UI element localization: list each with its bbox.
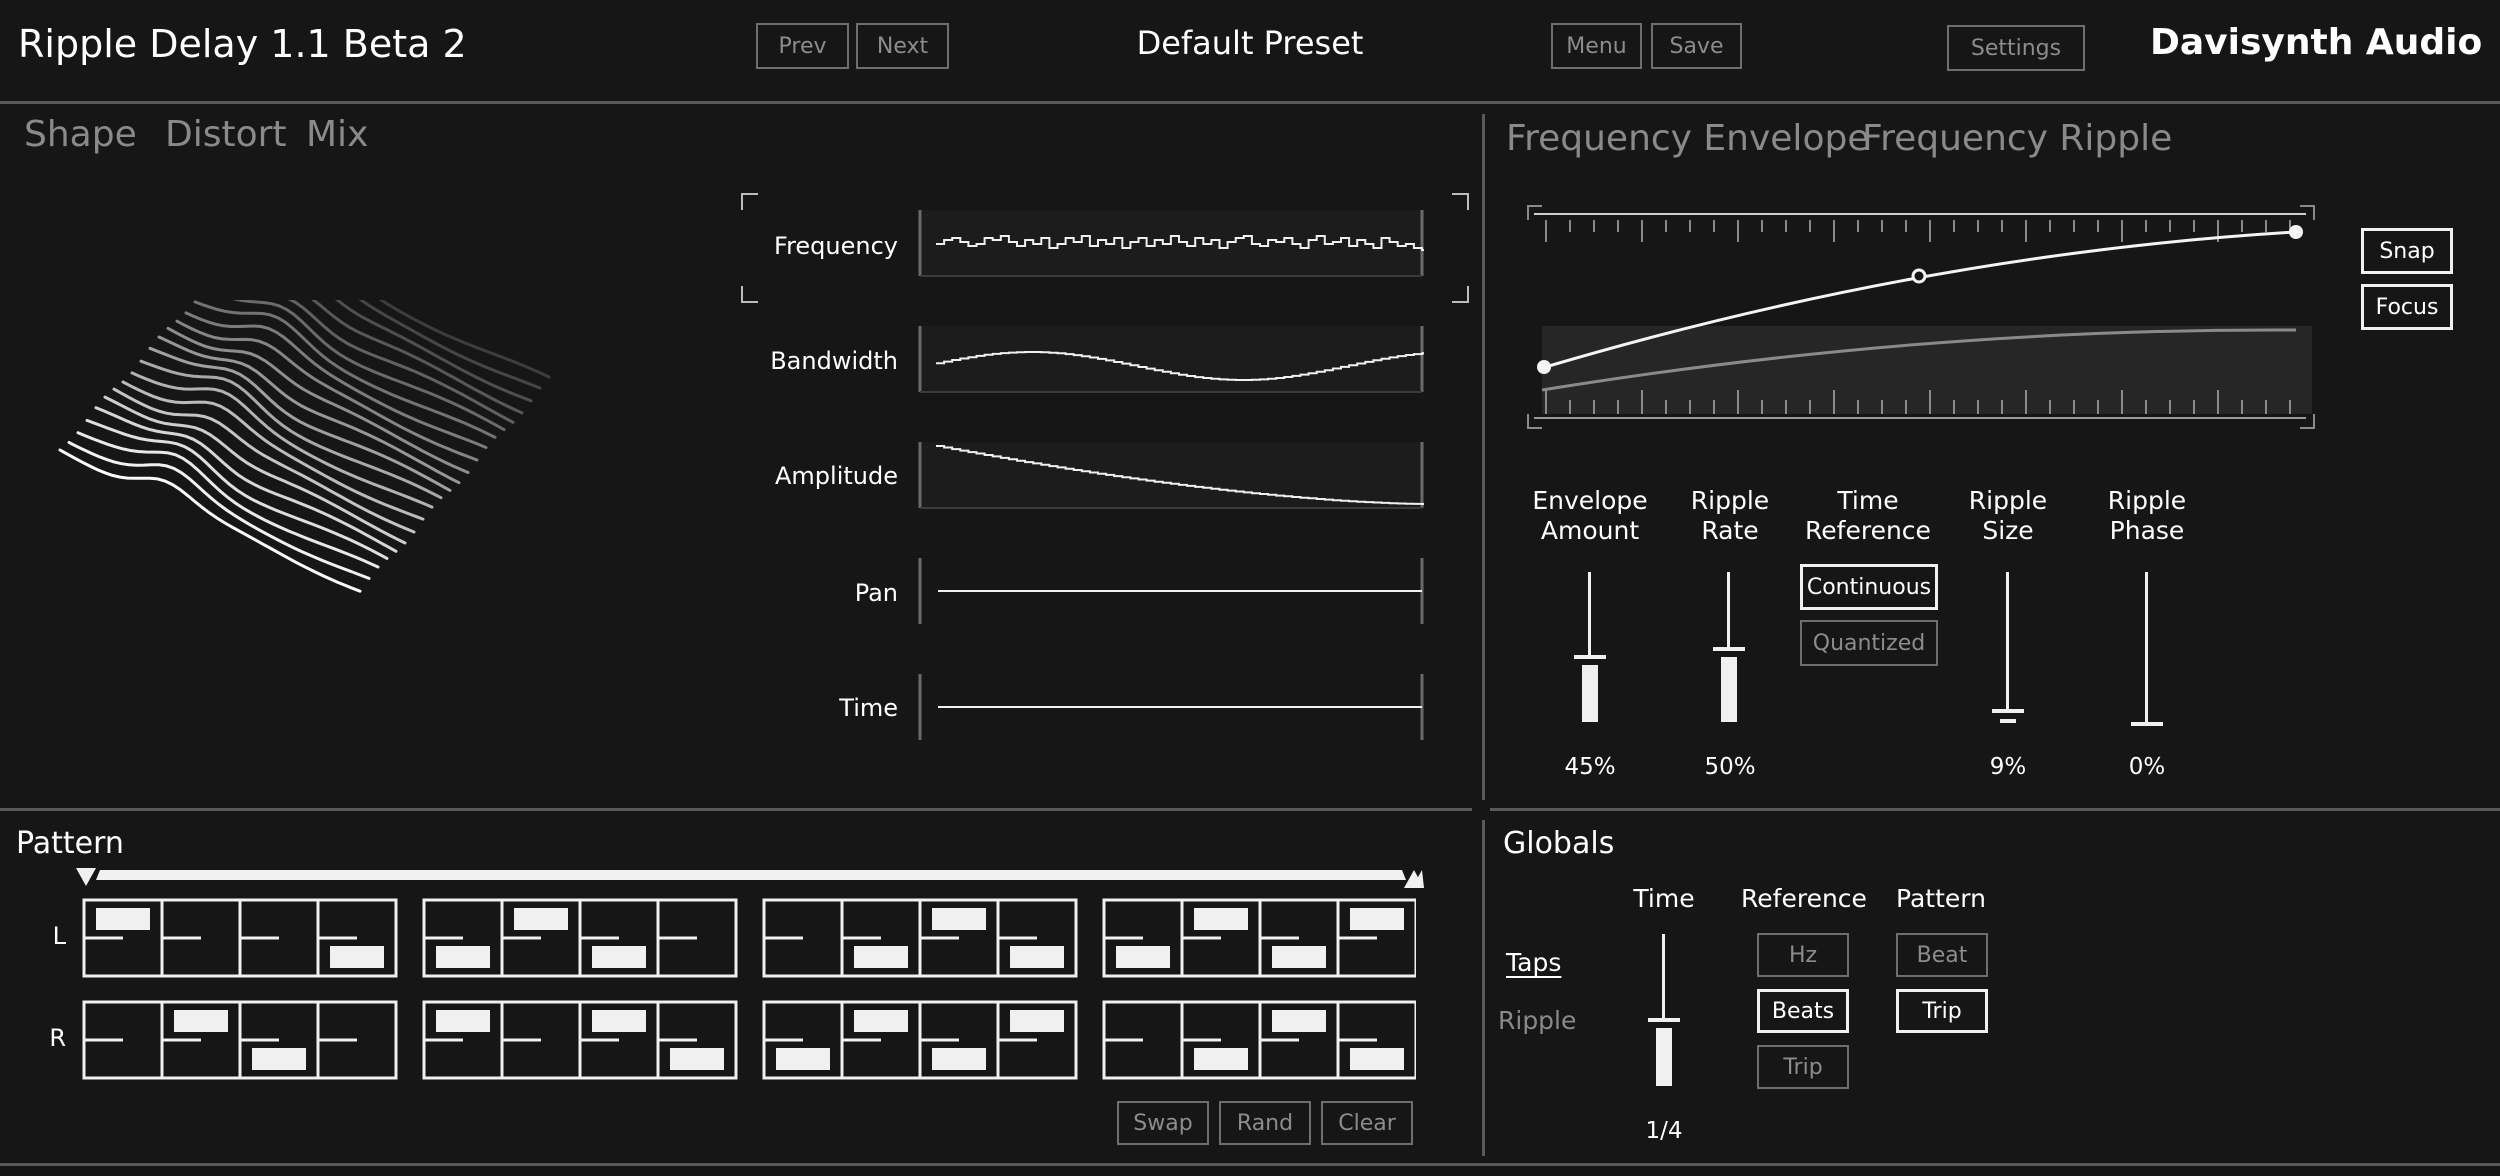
swap-button[interactable]: Swap: [1117, 1101, 1209, 1145]
envelope-amount-value: 45%: [1564, 754, 1616, 780]
tab-distort[interactable]: Distort: [165, 114, 287, 155]
tab-frequency-envelope[interactable]: Frequency Envelope: [1506, 118, 1869, 159]
pattern-row-label-left: L: [52, 922, 66, 950]
pattern-trip-button[interactable]: Trip: [1896, 989, 1988, 1033]
globals-time-slider[interactable]: [1644, 934, 1684, 1096]
shape-graph-pan[interactable]: [918, 556, 1424, 626]
slider-track[interactable]: [1662, 934, 1665, 1018]
globals-title: Globals: [1503, 826, 1615, 861]
middle-divider-right: [1490, 808, 2500, 811]
slider-fill: [1656, 1027, 1672, 1086]
globals-time-value: 1/4: [1645, 1118, 1683, 1144]
pattern-loop-bar[interactable]: [72, 866, 1424, 890]
slider-handle[interactable]: [1992, 708, 2024, 713]
pattern-beat-button[interactable]: Beat: [1896, 933, 1988, 977]
shape-row-label-amplitude[interactable]: Amplitude: [700, 462, 898, 490]
bottom-divider: [0, 1163, 2500, 1166]
ripple-phase-slider[interactable]: [2127, 572, 2167, 736]
slider-track[interactable]: [2145, 572, 2148, 722]
reference-hz-button[interactable]: Hz: [1757, 933, 1849, 977]
tab-mix[interactable]: Mix: [306, 114, 368, 155]
center-divider-bottom: [1482, 820, 1485, 1156]
settings-button[interactable]: Settings: [1947, 25, 2085, 71]
ripple-size-label: Ripple Size: [1968, 486, 2048, 545]
globals-time-header: Time: [1633, 884, 1695, 913]
shape-row-label-pan[interactable]: Pan: [700, 579, 898, 607]
slider-track[interactable]: [2006, 572, 2009, 709]
ripple-rate-value: 50%: [1704, 754, 1756, 780]
slider-handle[interactable]: [1713, 647, 1745, 651]
shape-visualizer: [58, 300, 551, 593]
slider-fill: [1721, 657, 1737, 722]
next-preset-button[interactable]: Next: [856, 23, 949, 69]
globals-pattern-header: Pattern: [1896, 884, 1986, 913]
slider-handle[interactable]: [1574, 654, 1606, 659]
slider-fill: [2000, 718, 2016, 723]
app-title: Ripple Delay 1.1 Beta 2: [18, 22, 467, 66]
time-reference-quantized[interactable]: Quantized: [1800, 620, 1938, 666]
clear-button[interactable]: Clear: [1321, 1101, 1413, 1145]
slider-handle[interactable]: [2131, 722, 2163, 726]
shape-graph-frequency[interactable]: [918, 208, 1424, 278]
focus-button[interactable]: Focus: [2361, 284, 2453, 330]
preset-name[interactable]: Default Preset: [1100, 24, 1400, 62]
tab-shape[interactable]: Shape: [24, 114, 137, 155]
brand-name: Davisynth Audio: [2150, 22, 2483, 63]
envelope-amount-slider[interactable]: [1570, 572, 1610, 732]
prev-preset-button[interactable]: Prev: [756, 23, 849, 69]
ripple-rate-slider[interactable]: [1709, 572, 1749, 732]
ripple-phase-label: Ripple Phase: [2107, 486, 2187, 545]
reference-beats-button[interactable]: Beats: [1757, 989, 1849, 1033]
shape-graph-amplitude[interactable]: [918, 440, 1424, 510]
snap-button[interactable]: Snap: [2361, 228, 2453, 274]
envelope-amount-label: Envelope Amount: [1532, 486, 1648, 545]
globals-reference-header: Reference: [1741, 884, 1867, 913]
pattern-title: Pattern: [16, 826, 124, 861]
shape-graph-bandwidth[interactable]: [918, 324, 1424, 394]
ripple-tab[interactable]: Ripple: [1498, 1006, 1576, 1035]
reference-trip-button[interactable]: Trip: [1757, 1045, 1849, 1089]
slider-track[interactable]: [1588, 572, 1591, 655]
ripple-size-slider[interactable]: [1988, 572, 2028, 732]
tab-frequency-ripple[interactable]: Frequency Ripple: [1862, 118, 2172, 159]
envelope-editor[interactable]: [1526, 204, 2316, 430]
slider-handle[interactable]: [1648, 1017, 1680, 1022]
time-reference-label: Time Reference: [1805, 486, 1931, 545]
ripple-phase-value: 0%: [2128, 754, 2166, 780]
time-reference-continuous[interactable]: Continuous: [1800, 564, 1938, 610]
rand-button[interactable]: Rand: [1219, 1101, 1311, 1145]
slider-fill: [1582, 664, 1598, 722]
save-button[interactable]: Save: [1651, 23, 1742, 69]
shape-row-label-time[interactable]: Time: [700, 694, 898, 722]
slider-track[interactable]: [1727, 572, 1730, 647]
taps-tab[interactable]: Taps: [1506, 948, 1561, 977]
middle-divider-left: [0, 808, 1472, 811]
pattern-row-label-right: R: [49, 1024, 66, 1052]
header-divider: [0, 101, 2500, 104]
shape-graph-time[interactable]: [918, 672, 1424, 742]
center-divider-top: [1482, 114, 1485, 800]
menu-button[interactable]: Menu: [1551, 23, 1642, 69]
shape-row-label-bandwidth[interactable]: Bandwidth: [700, 347, 898, 375]
ripple-size-value: 9%: [1989, 754, 2027, 780]
pattern-grid[interactable]: [82, 898, 1416, 1082]
ripple-rate-label: Ripple Rate: [1690, 486, 1770, 545]
